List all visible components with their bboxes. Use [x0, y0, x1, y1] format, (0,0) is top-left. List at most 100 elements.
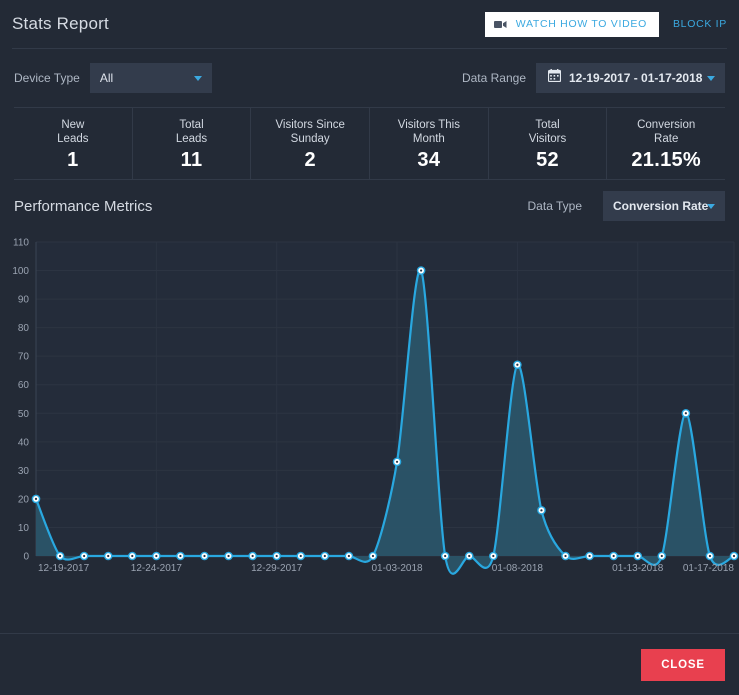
chart-data-point-center: [371, 554, 375, 558]
chart-data-point-center: [540, 509, 543, 512]
chart-data-point-center: [251, 554, 254, 558]
chart-data-point-center: [612, 554, 615, 558]
device-type-value: All: [99, 71, 114, 85]
stat-caption-line1: Conversion: [637, 118, 696, 131]
stat-caption-line1: Visitors This: [397, 118, 460, 131]
block-ip-link[interactable]: BLOCK IP: [673, 18, 727, 30]
device-type-select[interactable]: All: [89, 63, 212, 93]
chart-data-point-center: [564, 554, 567, 558]
stat-caption-line2: Leads: [175, 132, 208, 145]
data-type-control: Data Type Conversion Rate: [528, 191, 725, 221]
stat-card-total-visitors: Total Visitors 52: [489, 108, 608, 179]
chevron-down-icon: [193, 76, 202, 81]
stats-cards-wrap: New Leads 1 Total Leads 11 Visitors Sinc…: [0, 107, 739, 180]
watch-how-to-video-button[interactable]: WATCH HOW TO VIDEO: [484, 11, 659, 37]
chart-data-point-center: [299, 554, 302, 558]
stat-caption: Conversion Rate: [637, 118, 695, 146]
stat-caption-line2: Rate: [654, 132, 679, 145]
stat-card-new-leads: New Leads 1: [14, 108, 133, 179]
chart-data-point-center: [395, 460, 399, 463]
chart-plot-background: [36, 242, 734, 556]
chart-x-tick-label: 12-29-2017: [251, 563, 303, 574]
data-range-picker[interactable]: 12-19-2017 - 01-17-2018: [536, 63, 725, 93]
chart-data-point-center: [347, 554, 350, 558]
chart-data-point-center: [516, 363, 519, 366]
stat-caption: Visitors Since Sunday: [275, 118, 344, 146]
chart-y-tick-label: 30: [18, 466, 30, 477]
report-header: Stats Report WATCH HOW TO VIDEO BLOCK IP: [0, 0, 739, 48]
data-type-select[interactable]: Conversion Rate: [603, 191, 725, 221]
stat-value: 21.15%: [631, 148, 702, 171]
stat-caption-line2: Visitors: [528, 132, 567, 145]
stat-caption: New Leads: [57, 118, 88, 146]
stat-value: 11: [180, 148, 203, 171]
stat-caption-line1: Total: [179, 118, 204, 131]
chart-data-point-center: [34, 497, 38, 501]
stat-caption-line2: Month: [412, 132, 445, 145]
page-title: Stats Report: [12, 14, 109, 33]
video-camera-icon: [493, 17, 507, 32]
chart-data-point-center: [58, 554, 62, 558]
chart-data-point-center: [83, 554, 86, 558]
chart-y-tick-label: 0: [23, 552, 29, 563]
chart-data-point-center: [420, 269, 423, 272]
stat-card-visitors-since-sunday: Visitors Since Sunday 2: [251, 108, 371, 179]
dialog-footer: CLOSE: [0, 633, 739, 695]
stat-value: 52: [536, 148, 559, 171]
chart-data-point-center: [444, 554, 447, 558]
chart-x-tick-label: 01-03-2018: [371, 563, 423, 574]
data-range-value: 12-19-2017 - 01-17-2018: [569, 71, 703, 85]
chevron-down-icon: [707, 204, 715, 209]
device-type-label: Device Type: [14, 71, 80, 85]
chart-data-point-center: [107, 554, 110, 558]
chart-data-point-center: [227, 554, 230, 558]
performance-metrics-header: Performance Metrics Data Type Conversion…: [0, 180, 739, 232]
chart-y-tick-label: 20: [18, 494, 30, 505]
chart-data-point-center: [155, 554, 158, 558]
chart-data-point-center: [636, 554, 639, 558]
close-button[interactable]: CLOSE: [641, 648, 725, 681]
chart-y-tick-label: 40: [18, 437, 30, 448]
header-actions: WATCH HOW TO VIDEO BLOCK IP: [484, 11, 727, 37]
chart-x-tick-label: 01-17-2018: [683, 563, 735, 574]
stat-caption: Total Visitors: [529, 118, 567, 146]
chart-x-tick-label: 01-13-2018: [612, 563, 664, 574]
chart-data-point-center: [323, 554, 326, 558]
chart-y-tick-label: 60: [18, 380, 30, 391]
stat-caption-line1: New: [61, 118, 85, 131]
chart-y-tick-label: 100: [12, 266, 29, 277]
chart-data-point-center: [131, 554, 134, 558]
chart-y-tick-label: 10: [18, 523, 30, 534]
stat-card-visitors-this-month: Visitors This Month 34: [370, 108, 489, 179]
filters-bar: Device Type All Data Range 12-19-2017 - …: [0, 49, 739, 107]
stat-card-conversion-rate: Conversion Rate 21.15%: [607, 108, 725, 179]
chart-y-tick-label: 50: [18, 409, 30, 420]
chart-y-tick-label: 90: [18, 295, 30, 306]
chart-x-tick-label: 01-08-2018: [492, 563, 544, 574]
performance-chart-svg[interactable]: 0 10 20 30 40 50 60 70 80 90 100 110 12-19-2017 12-24…: [0, 232, 739, 592]
data-type-value: Conversion Rate: [613, 199, 709, 213]
chart-data-point-center: [203, 554, 206, 558]
chart-data-point-center: [492, 554, 495, 558]
stat-caption: Total Leads: [176, 118, 207, 146]
performance-metrics-title: Performance Metrics: [14, 197, 153, 215]
stat-caption-line1: Visitors Since: [275, 118, 345, 131]
stat-value: 34: [417, 148, 441, 171]
stat-caption: Visitors This Month: [398, 118, 460, 146]
chart-data-point-center: [732, 554, 736, 558]
stat-card-total-leads: Total Leads 11: [133, 108, 252, 179]
chart-y-tick-label: 80: [18, 323, 30, 334]
chart-data-point-center: [588, 554, 591, 558]
chart-data-point-center: [275, 554, 278, 558]
chart-data-point-center: [179, 554, 182, 558]
stat-caption-line2: Leads: [57, 132, 89, 145]
stat-caption-line1: Total: [535, 118, 560, 131]
chart-data-point-center: [660, 554, 663, 558]
stat-caption-line2: Sunday: [290, 132, 330, 145]
data-type-label: Data Type: [527, 199, 582, 213]
chart-y-tick-label: 70: [18, 352, 30, 363]
watch-video-label: WATCH HOW TO VIDEO: [515, 18, 647, 30]
chevron-down-icon: [707, 76, 715, 81]
calendar-icon: [547, 69, 562, 87]
stat-value: 1: [67, 148, 79, 171]
